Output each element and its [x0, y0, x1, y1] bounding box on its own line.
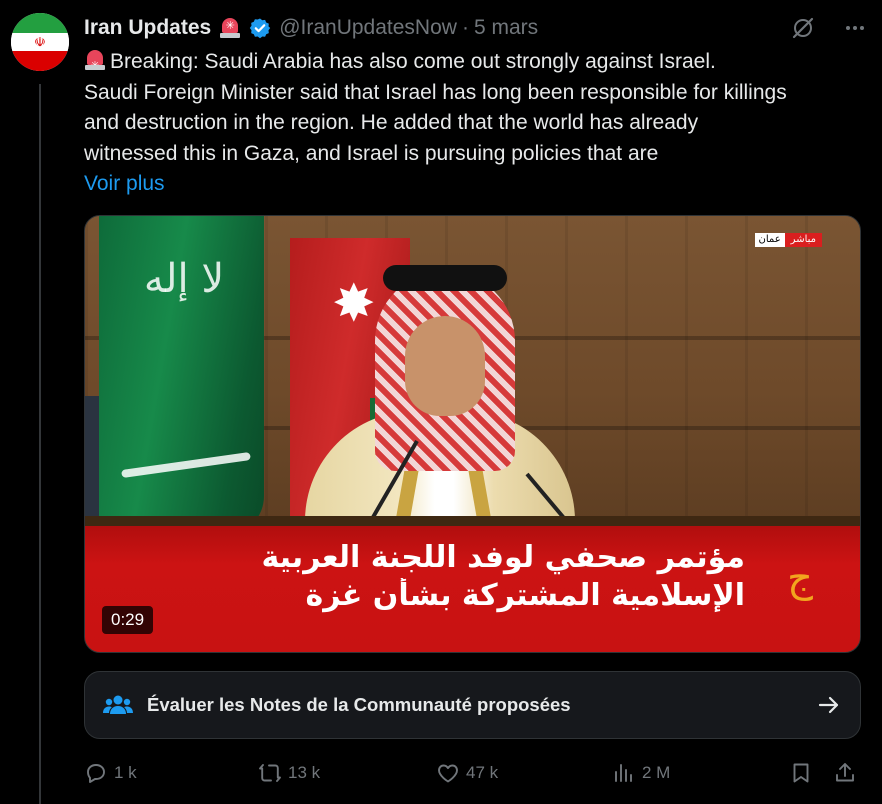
speaker-image [305, 261, 575, 572]
community-notes-label: Évaluer les Notes de la Communauté propo… [147, 694, 571, 715]
share-button[interactable] [833, 761, 857, 785]
community-notes-button[interactable]: Évaluer les Notes de la Communauté propo… [84, 671, 861, 739]
like-icon [438, 764, 458, 783]
banner-line-2: الإسلامية المشتركة بشأن غزة [305, 578, 745, 613]
repost-icon [259, 764, 281, 782]
like-button[interactable]: 47 k [436, 761, 498, 785]
more-icon[interactable] [842, 15, 868, 41]
banner-line-1: مؤتمر صحفي لوفد اللجنة العربية [261, 540, 745, 575]
live-tag: مباشر [784, 233, 822, 247]
repost-count: 13 k [288, 763, 321, 782]
tweet-text-line-1: ✳Breaking: Saudi Arabia has also come ou… [84, 47, 864, 78]
tweet-text-line-4: witnessed this in Gaza, and Israel is pu… [84, 141, 659, 165]
bookmark-button[interactable] [789, 761, 813, 785]
video-duration: 0:29 [102, 606, 154, 634]
saudi-flag-image: لا إله [99, 216, 264, 536]
tweet-header: Iran Updates ✳ @IranUpdatesNow · 5 mars [84, 13, 868, 43]
show-more-link[interactable]: Voir plus [84, 169, 864, 200]
tweet-date[interactable]: 5 mars [474, 16, 538, 40]
share-icon [836, 763, 854, 782]
separator-dot: · [461, 16, 469, 39]
reply-icon [87, 764, 105, 783]
author-name[interactable]: Iran Updates [84, 16, 211, 40]
views-icon [615, 764, 632, 782]
avatar[interactable]: ☫ [11, 13, 69, 71]
news-banner: ج مؤتمر صحفي لوفد اللجنة العربية الإسلام… [85, 526, 860, 652]
like-count: 47 k [466, 763, 499, 782]
reply-count: 1 k [114, 763, 137, 782]
tweet-text: ✳Breaking: Saudi Arabia has also come ou… [84, 47, 864, 200]
verified-badge-icon[interactable] [249, 17, 271, 39]
action-bar: 1 k 13 k 47 k 2 M [84, 756, 864, 790]
tweet-text-line-3: and destruction in the region. He added … [84, 111, 699, 134]
repost-button[interactable]: 13 k [258, 761, 320, 785]
aljazeera-logo-icon: ج [787, 555, 813, 601]
live-badge: عمان مباشر [754, 233, 822, 247]
views-count: 2 M [642, 763, 671, 782]
siren-emoji-icon: ✳ [84, 49, 106, 72]
iran-emblem-icon: ☫ [34, 34, 46, 50]
reply-button[interactable]: 1 k [84, 761, 137, 785]
tweet-text-line-2: Saudi Foreign Minister said that Israel … [84, 80, 787, 104]
grok-icon[interactable] [790, 15, 816, 41]
people-icon [103, 695, 133, 714]
views-button[interactable]: 2 M [612, 761, 670, 785]
video-player[interactable]: لا إله ✸ عمان مباشر ج مؤتمر صحفي لوفد ال… [84, 215, 861, 653]
author-handle[interactable]: @IranUpdatesNow [279, 16, 457, 40]
live-city: عمان [754, 233, 785, 247]
siren-emoji-icon: ✳ [219, 17, 241, 39]
thread-line [39, 84, 41, 804]
bookmark-icon [793, 763, 809, 783]
arrow-right-icon [818, 696, 839, 714]
